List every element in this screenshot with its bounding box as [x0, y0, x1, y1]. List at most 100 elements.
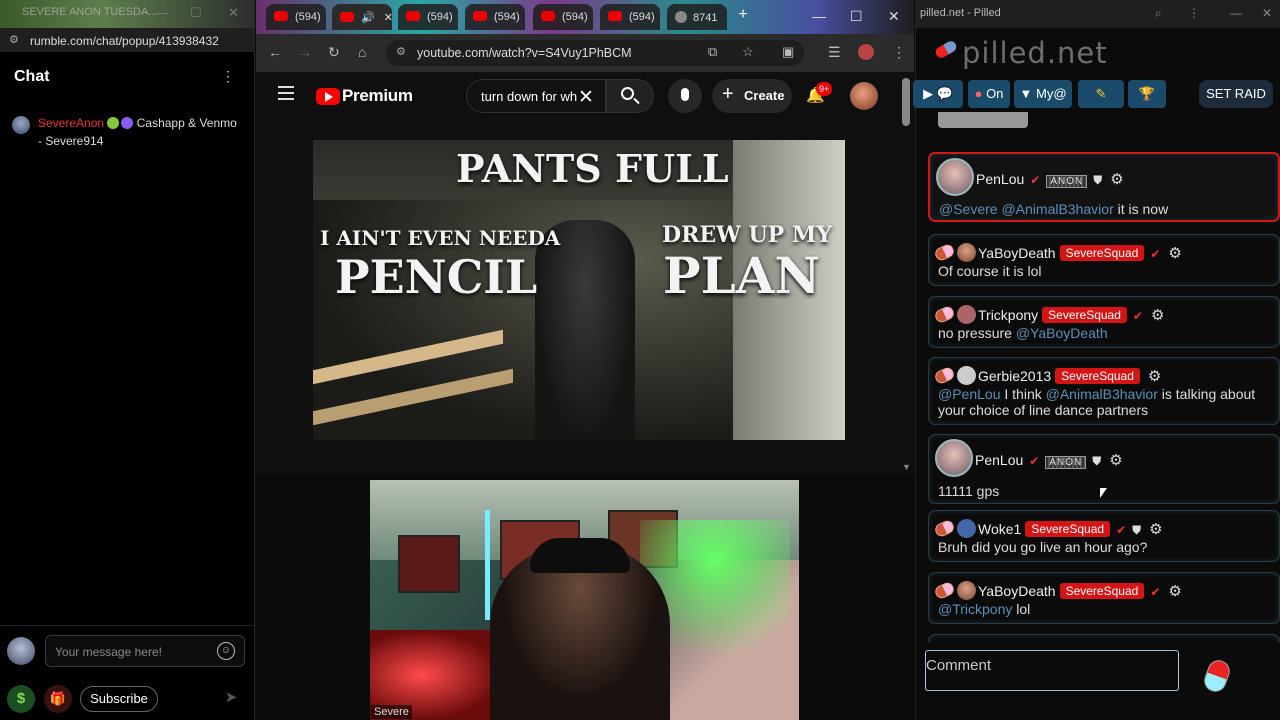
- youtube-icon: [541, 11, 555, 21]
- filter-pencil-button[interactable]: ✎: [1078, 80, 1124, 108]
- left-url-bar[interactable]: ⚙ rumble.com/chat/popup/413938432: [0, 28, 255, 52]
- search-icon: [621, 87, 634, 100]
- mention-link[interactable]: @AnimalB3havior: [1046, 386, 1158, 402]
- pill-icon: ●: [974, 86, 983, 101]
- comment-input[interactable]: Comment: [925, 650, 1179, 691]
- gear-icon[interactable]: ⚙: [1149, 521, 1162, 538]
- browser-tab[interactable]: (594): [398, 4, 458, 30]
- emoji-icon[interactable]: ☺: [217, 642, 235, 660]
- scrollbar-thumb[interactable]: [902, 78, 910, 126]
- clear-search-icon[interactable]: ✕: [578, 86, 594, 109]
- back-icon[interactable]: ←: [268, 44, 282, 60]
- close-icon[interactable]: ✕: [1262, 6, 1272, 20]
- home-icon[interactable]: ⌂: [358, 44, 366, 60]
- gear-icon[interactable]: ⚙: [1168, 245, 1181, 262]
- create-button[interactable]: + Create: [712, 79, 792, 113]
- avatar[interactable]: [957, 243, 976, 262]
- subscribe-button[interactable]: Subscribe: [80, 686, 158, 712]
- on-toggle-button[interactable]: ● On: [968, 80, 1010, 108]
- profile-icon[interactable]: [858, 44, 874, 60]
- audio-icon[interactable]: 🔊: [361, 12, 375, 24]
- message-username[interactable]: Woke1: [978, 521, 1021, 537]
- set-raid-button[interactable]: SET RAID: [1199, 80, 1273, 108]
- mention-link[interactable]: @Trickpony: [938, 601, 1012, 617]
- avatar[interactable]: [957, 581, 976, 600]
- close-icon[interactable]: ✕: [228, 5, 239, 21]
- message-username[interactable]: SevereAnon: [38, 116, 104, 130]
- mention-link[interactable]: @AnimalB3havior: [1001, 201, 1113, 217]
- partial-image: [938, 112, 1028, 128]
- mention-link[interactable]: @PenLou: [938, 386, 1000, 402]
- gear-icon[interactable]: ⚙: [1151, 307, 1164, 324]
- play-chat-toggle-button[interactable]: ▶ 💬: [913, 80, 963, 108]
- avatar[interactable]: [12, 116, 30, 134]
- gift-icon[interactable]: 🎁: [44, 685, 72, 713]
- reload-icon[interactable]: ↻: [328, 44, 340, 61]
- forward-icon[interactable]: →: [298, 44, 312, 60]
- browser-tab-active[interactable]: 🔊 ✕: [332, 4, 393, 30]
- message-username[interactable]: Trickpony: [978, 307, 1038, 323]
- avatar[interactable]: [7, 637, 35, 665]
- browser-tab[interactable]: (594): [266, 4, 326, 30]
- avatar[interactable]: [850, 82, 878, 110]
- message-username[interactable]: YaBoyDeath: [978, 245, 1056, 261]
- avatar[interactable]: [957, 366, 976, 385]
- pilled-logo[interactable]: pilled.net: [962, 36, 1108, 70]
- youtube-premium-label[interactable]: Premium: [342, 86, 413, 106]
- minimize-icon[interactable]: —: [155, 5, 168, 20]
- rant-dollar-button[interactable]: $: [7, 685, 35, 713]
- avatar[interactable]: [935, 439, 973, 477]
- close-icon[interactable]: ✕: [888, 8, 900, 25]
- squad-badge: SevereSquad: [1042, 307, 1127, 323]
- maximize-icon[interactable]: ☐: [190, 5, 202, 21]
- message-username[interactable]: PenLou: [975, 452, 1023, 468]
- message-text: 11111 gps: [938, 483, 1000, 499]
- message-username[interactable]: Gerbie2013: [978, 368, 1051, 384]
- pencil-filter-icon: ✎: [1095, 86, 1107, 101]
- gear-icon[interactable]: ⚙: [1148, 368, 1161, 385]
- minimize-icon[interactable]: —: [812, 8, 826, 24]
- youtube-logo-icon[interactable]: [316, 88, 340, 105]
- window-menu-icon[interactable]: ⋮: [1188, 6, 1200, 20]
- avatar[interactable]: [957, 519, 976, 538]
- browser-tab[interactable]: (594): [600, 4, 660, 30]
- sidebar-icon[interactable]: ▣: [782, 44, 794, 60]
- trophy-button[interactable]: 🏆: [1128, 80, 1166, 108]
- browser-tab[interactable]: (594): [465, 4, 525, 30]
- voice-search-icon[interactable]: [668, 79, 702, 113]
- browser-tab[interactable]: (594): [533, 4, 593, 30]
- scroll-down-icon[interactable]: ▼: [902, 462, 911, 472]
- my-mentions-filter-button[interactable]: ▼ My@: [1014, 80, 1072, 108]
- site-info-icon[interactable]: ⚙: [396, 45, 406, 58]
- avatar[interactable]: [936, 158, 974, 196]
- new-tab-icon[interactable]: +: [735, 7, 751, 24]
- send-icon[interactable]: ➤: [220, 688, 242, 710]
- mention-link[interactable]: @Severe: [939, 201, 998, 217]
- gear-icon[interactable]: ⚙: [1168, 583, 1181, 600]
- reading-list-icon[interactable]: ☰: [828, 44, 841, 61]
- webcam-label: Severe: [371, 705, 412, 719]
- bookmark-star-icon[interactable]: ☆: [742, 44, 754, 60]
- avatar[interactable]: [957, 305, 976, 324]
- message-username[interactable]: PenLou: [976, 171, 1024, 187]
- menu-icon[interactable]: [278, 86, 294, 100]
- close-tab-icon[interactable]: ✕: [384, 12, 393, 24]
- chat-menu-icon[interactable]: ⋮: [220, 68, 236, 88]
- chat-message-input[interactable]: Your message here!: [45, 635, 245, 667]
- site-settings-icon[interactable]: ⚙: [9, 33, 19, 46]
- minimize-icon[interactable]: —: [1230, 6, 1242, 20]
- address-bar[interactable]: ⚙ youtube.com/watch?v=S4Vuy1PhBCM ⧉ ☆ ▣: [386, 40, 804, 66]
- open-in-app-icon[interactable]: ⧉: [708, 44, 717, 60]
- browser-tab[interactable]: 8741: [667, 4, 727, 30]
- gear-icon[interactable]: ⚙: [1110, 171, 1123, 188]
- zoom-icon[interactable]: ⌕: [1155, 6, 1162, 21]
- divider: [0, 625, 255, 626]
- browser-menu-icon[interactable]: ⋮: [892, 44, 906, 61]
- maximize-icon[interactable]: ☐: [850, 8, 863, 25]
- mention-link[interactable]: @YaBoyDeath: [1016, 325, 1108, 341]
- squad-badge: SevereSquad: [1059, 245, 1145, 261]
- message-username[interactable]: YaBoyDeath: [978, 583, 1056, 599]
- video-player[interactable]: PANTS FULL I AIN'T EVEN NEEDA PENCIL DRE…: [313, 140, 845, 440]
- gear-icon[interactable]: ⚙: [1109, 452, 1122, 469]
- search-button[interactable]: [606, 79, 654, 113]
